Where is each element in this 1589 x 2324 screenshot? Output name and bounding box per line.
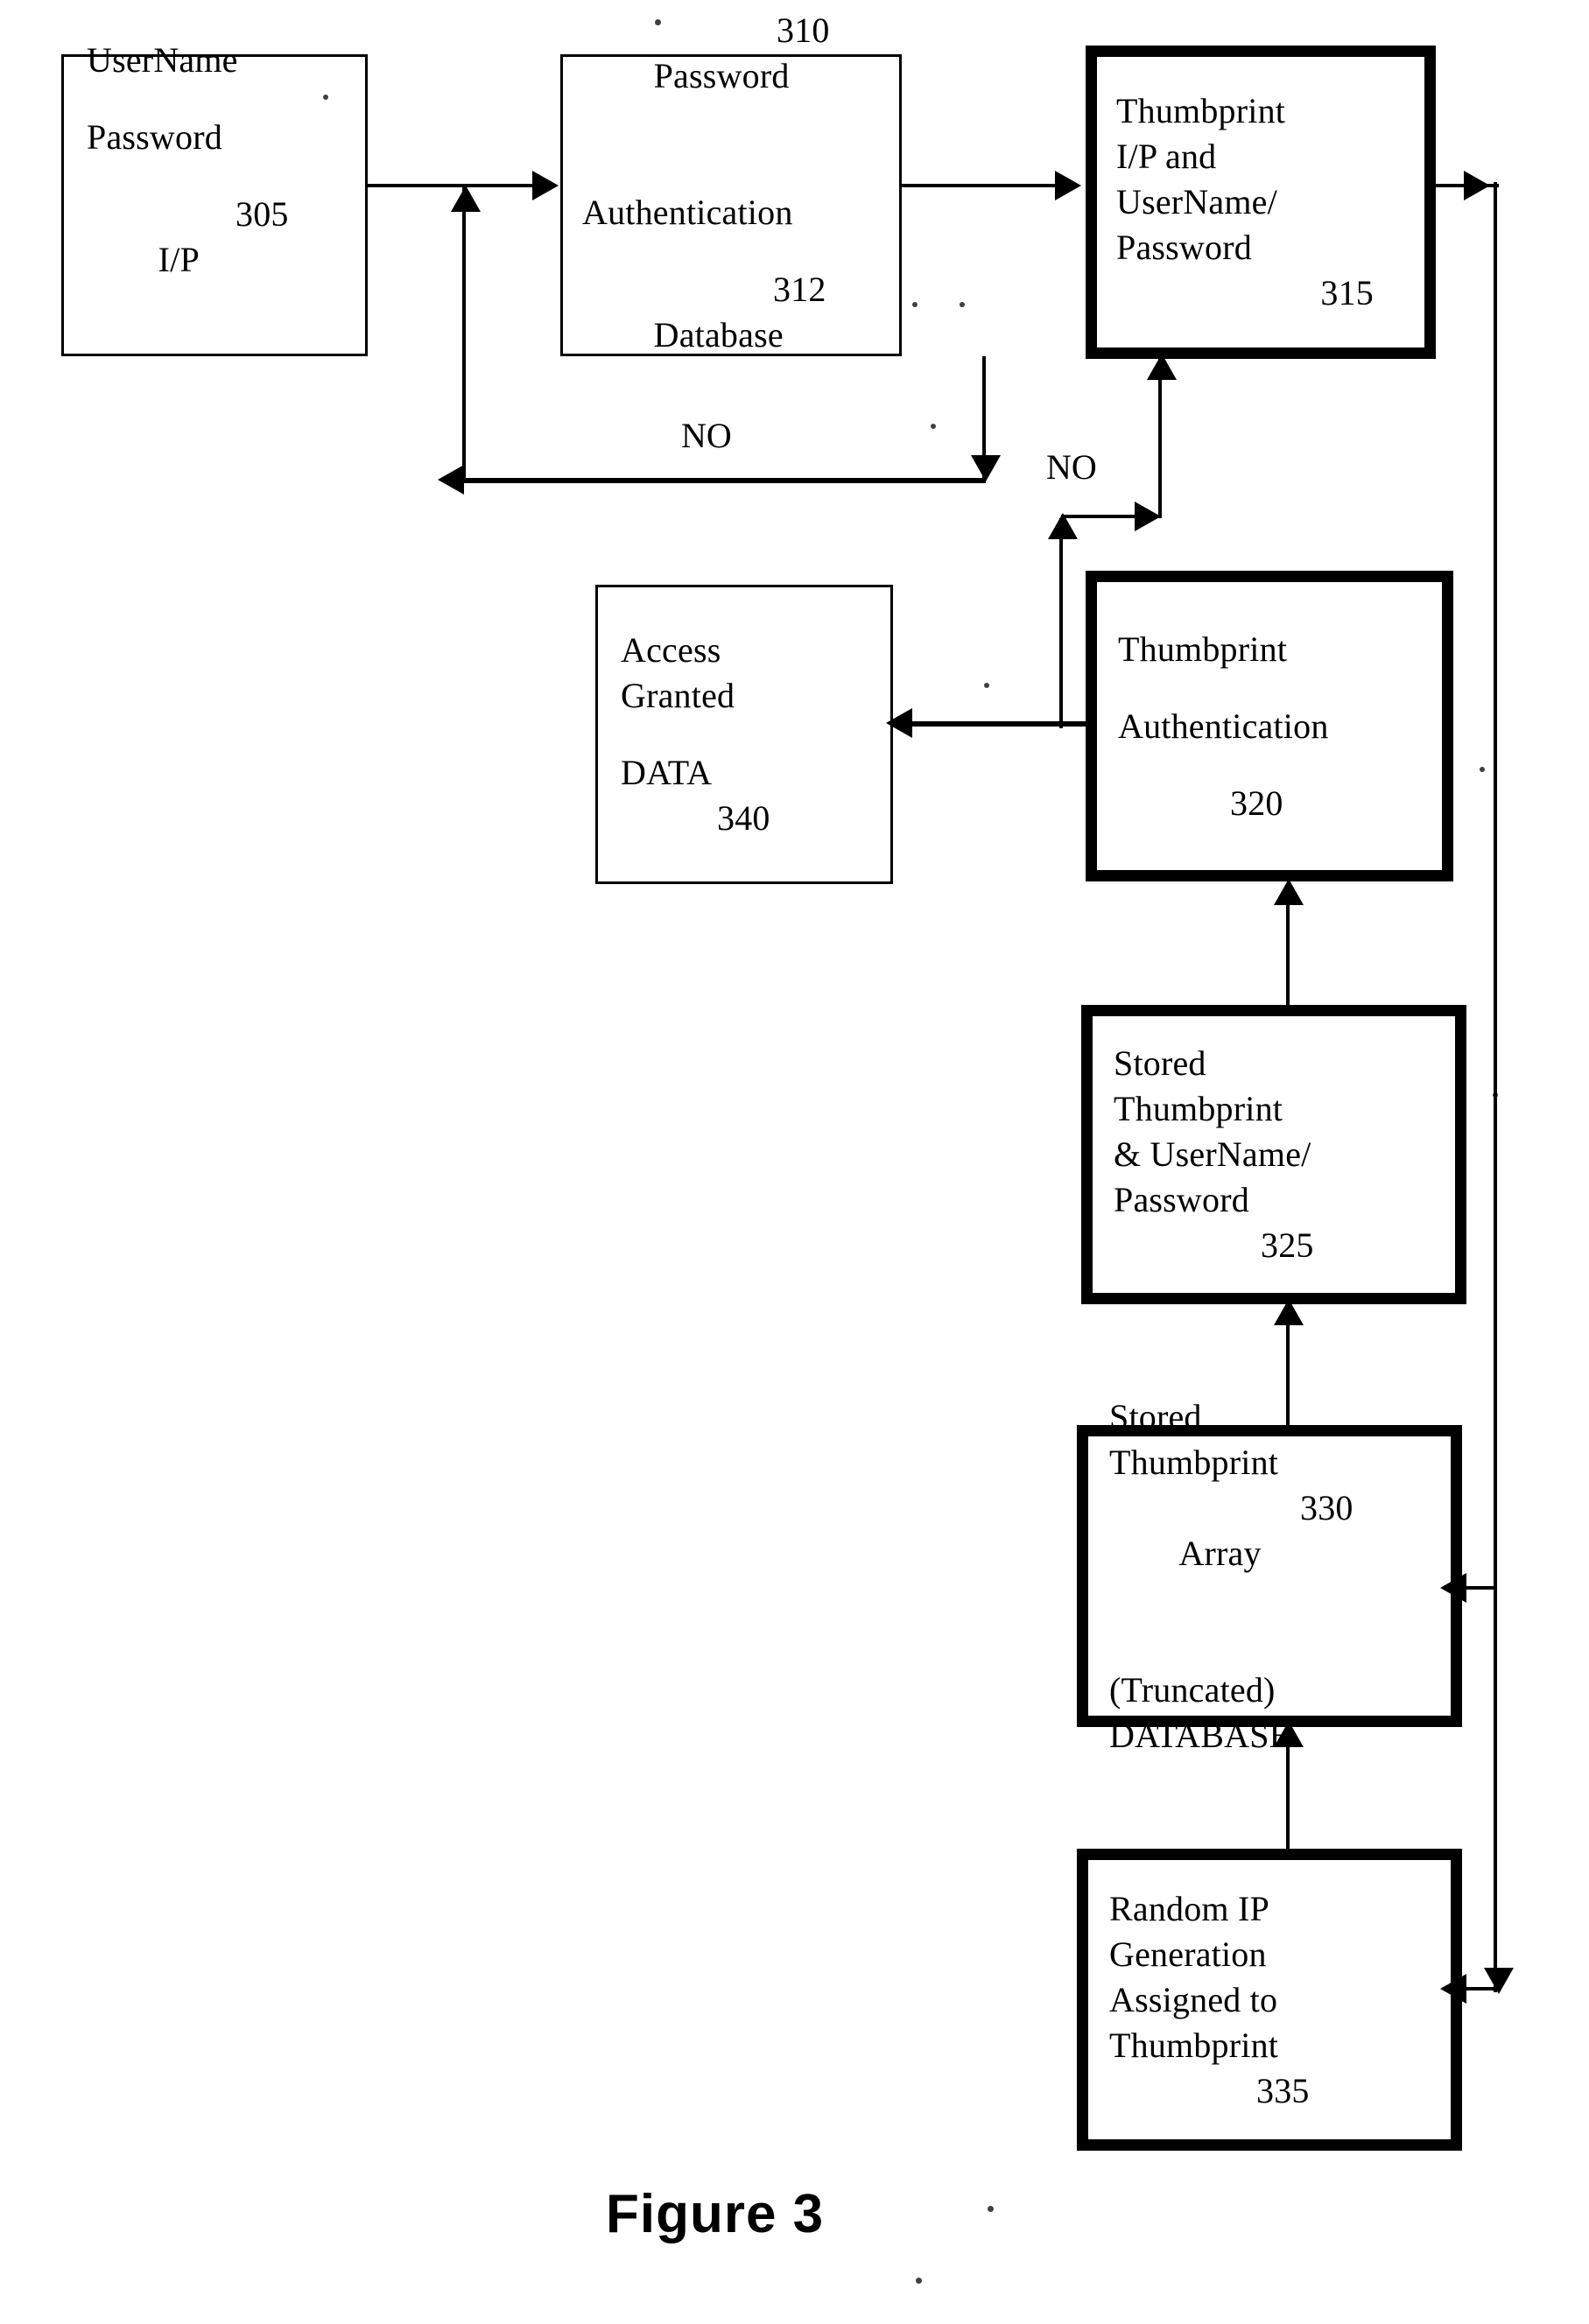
node-330-stored-thumbprint-array-database: Stored Thumbprint Array 330 (Truncated) … bbox=[1077, 1397, 1462, 1755]
connector-320-to-340 bbox=[911, 721, 1093, 727]
label-no-right: NO bbox=[1046, 447, 1097, 487]
node-330-line-1: Stored bbox=[1109, 1396, 1202, 1436]
node-305-user-credentials-input: UserName Password I/P 305 bbox=[61, 40, 368, 356]
connector-no-right-up-to-315 bbox=[1158, 359, 1162, 516]
node-335-text: Random IP Generation Assigned to Thumbpr… bbox=[1109, 1860, 1445, 2139]
scan-speck bbox=[916, 2278, 922, 2284]
node-315-line-2: I/P and bbox=[1116, 137, 1217, 176]
connector-no-right-riser bbox=[1059, 518, 1063, 728]
node-335-line-3: Assigned to bbox=[1109, 1979, 1278, 2019]
node-305-text: UserName Password I/P 305 bbox=[87, 40, 353, 354]
scan-speck bbox=[912, 302, 918, 307]
arrowhead-no-right bbox=[1135, 502, 1161, 531]
connector-trunk-to-335 bbox=[1464, 1987, 1494, 1990]
node-305-line-2: Password bbox=[87, 116, 222, 157]
scan-speck bbox=[984, 683, 989, 688]
node-315-thumbprint-ip-username-password: Thumbprint I/P and UserName/ Password 31… bbox=[1086, 46, 1436, 359]
node-340-text: Access Granted DATA 340 bbox=[621, 587, 882, 881]
node-325-line-4: Password bbox=[1114, 1180, 1249, 1219]
node-310-line-3: Authentication bbox=[582, 192, 793, 232]
scan-speck bbox=[1493, 1092, 1498, 1098]
scan-speck bbox=[988, 2206, 994, 2212]
node-312-ref: 312 bbox=[773, 269, 826, 309]
arrowhead-no-right-riser bbox=[1048, 513, 1078, 539]
connector-310-to-315 bbox=[902, 184, 1068, 187]
node-330-ref: 330 bbox=[1300, 1487, 1353, 1527]
node-340-line-3: DATA bbox=[621, 753, 713, 792]
arrowhead-no-up-into-flow bbox=[451, 186, 481, 212]
scan-speck bbox=[655, 19, 661, 25]
node-330-text: Stored Thumbprint Array 330 (Truncated) … bbox=[1109, 1397, 1445, 1755]
node-310-line-4-text: Database bbox=[653, 314, 784, 355]
connector-325-to-320 bbox=[1286, 893, 1290, 1007]
scan-speck bbox=[960, 302, 965, 307]
node-315-text: Thumbprint I/P and UserName/ Password 31… bbox=[1116, 57, 1419, 348]
node-340-ref: 340 bbox=[717, 798, 770, 838]
node-325-text: Stored Thumbprint & UserName/ Password 3… bbox=[1114, 1016, 1450, 1293]
figure-caption: Figure 3 bbox=[606, 2184, 825, 2244]
arrowhead-315-out-right bbox=[1464, 171, 1490, 200]
node-325-ref: 325 bbox=[1261, 1225, 1314, 1265]
node-320-ref: 320 bbox=[1230, 783, 1283, 823]
node-340-line-2: Granted bbox=[621, 676, 735, 715]
node-315-ref: 315 bbox=[1320, 273, 1374, 312]
node-330-line-2: Thumbprint bbox=[1109, 1442, 1279, 1482]
node-320-thumbprint-authentication: Thumbprint Authentication 320 bbox=[1086, 571, 1453, 881]
arrowhead-into-330 bbox=[1274, 1721, 1304, 1747]
node-340-access-granted-data: Access Granted DATA 340 bbox=[595, 585, 893, 884]
node-335-line-2: Generation bbox=[1109, 1934, 1267, 1974]
node-310-line-2-text: Password bbox=[653, 55, 790, 95]
node-305-line-3: I/P 305 bbox=[87, 192, 353, 374]
node-310-text: UserName/ Password 310 Authentication Da… bbox=[582, 0, 890, 355]
arrowhead-into-340 bbox=[886, 708, 912, 738]
label-no-left: NO bbox=[681, 416, 732, 455]
connector-trunk-to-330 bbox=[1464, 1586, 1497, 1590]
node-305-line-3-text: I/P bbox=[158, 239, 200, 279]
node-330-line-3: Array 330 bbox=[1109, 1485, 1445, 1668]
node-330-line-3-text: Array bbox=[1178, 1533, 1262, 1573]
arrowhead-into-315 bbox=[1055, 171, 1081, 200]
node-315-line-4: Password bbox=[1116, 228, 1252, 267]
node-310-line-4: Database 312 bbox=[582, 267, 890, 449]
node-310-ref: 310 bbox=[777, 10, 830, 50]
node-320-line-2: Authentication bbox=[1118, 706, 1329, 746]
node-340-line-1: Access bbox=[621, 630, 721, 670]
connector-no-up-to-input bbox=[462, 186, 466, 480]
node-315-line-3: UserName/ bbox=[1116, 182, 1277, 221]
node-320-text: Thumbprint Authentication 320 bbox=[1118, 582, 1437, 870]
arrowhead-no-up-into-315 bbox=[1147, 354, 1177, 380]
arrowhead-into-325 bbox=[1274, 1299, 1304, 1325]
arrowhead-into-310 bbox=[532, 171, 559, 200]
connector-no-left-run bbox=[464, 478, 986, 483]
node-305-line-1: UserName bbox=[87, 39, 238, 80]
node-305-ref: 305 bbox=[236, 193, 289, 234]
node-315-line-1: Thumbprint bbox=[1116, 91, 1286, 130]
node-325-line-1: Stored bbox=[1114, 1043, 1206, 1083]
node-335-line-4: Thumbprint bbox=[1109, 2025, 1279, 2065]
scan-speck bbox=[1480, 767, 1485, 772]
node-325-line-3: & UserName/ bbox=[1114, 1134, 1311, 1174]
arrowhead-into-320 bbox=[1274, 879, 1304, 905]
arrowhead-into-335-right bbox=[1440, 1974, 1466, 2004]
figure-page: UserName Password I/P 305 UserName/ Pass… bbox=[0, 0, 1589, 2324]
connector-330-to-325 bbox=[1286, 1313, 1290, 1429]
connector-335-to-330 bbox=[1286, 1735, 1290, 1854]
scan-speck bbox=[931, 424, 936, 429]
connector-right-trunk bbox=[1494, 182, 1497, 1992]
node-310-line-1: UserName/ bbox=[582, 0, 890, 8]
node-335-line-1: Random IP bbox=[1109, 1888, 1269, 1928]
scan-speck bbox=[323, 95, 328, 100]
node-310-username-password-authentication: UserName/ Password 310 Authentication Da… bbox=[560, 0, 902, 356]
node-310-line-2: Password 310 bbox=[582, 8, 890, 190]
node-320-line-1: Thumbprint bbox=[1118, 628, 1288, 669]
node-325-line-2: Thumbprint bbox=[1114, 1089, 1283, 1128]
node-335-ref: 335 bbox=[1256, 2070, 1310, 2110]
node-330-line-4: (Truncated) bbox=[1109, 1669, 1276, 1710]
node-325-stored-thumbprint-and-credentials: Stored Thumbprint & UserName/ Password 3… bbox=[1081, 1005, 1466, 1304]
arrowhead-into-330-right bbox=[1440, 1573, 1466, 1603]
node-335-random-ip-generation: Random IP Generation Assigned to Thumbpr… bbox=[1077, 1849, 1462, 2151]
arrowhead-no-left bbox=[438, 465, 464, 495]
